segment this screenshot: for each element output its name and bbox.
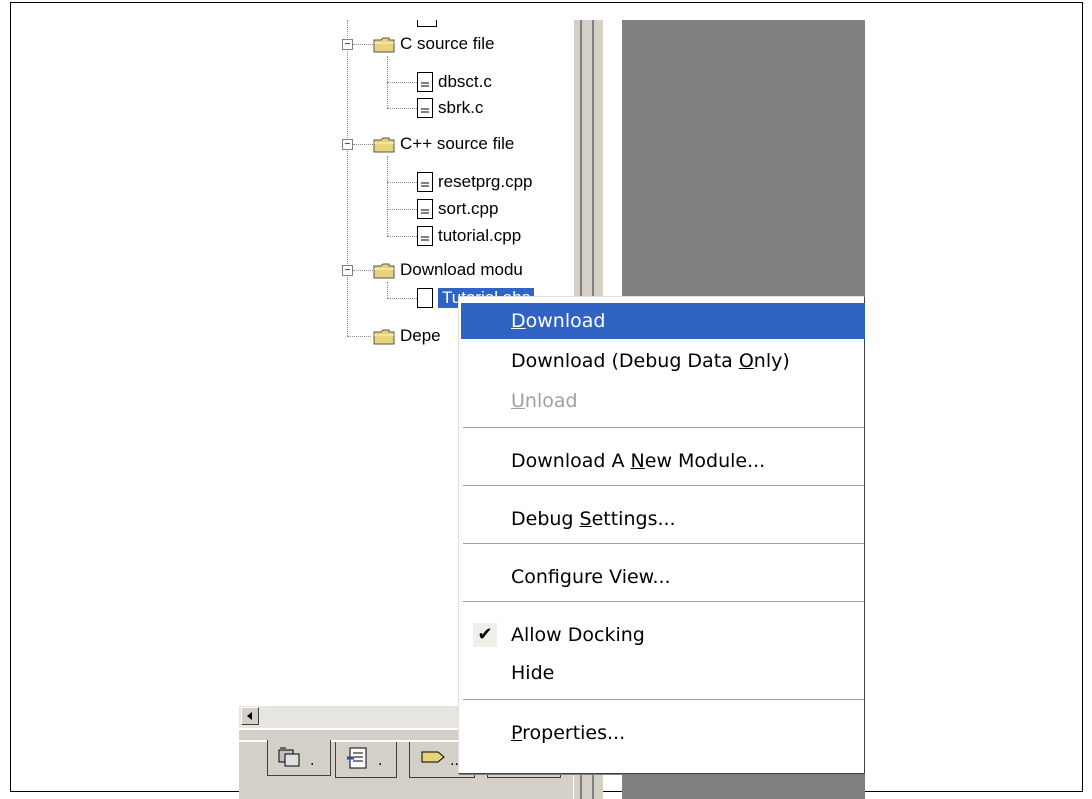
menu-separator [463, 699, 864, 701]
tab-projects[interactable]: . [267, 740, 331, 776]
file-icon [417, 72, 433, 92]
menu-separator [463, 427, 864, 429]
context-menu: Download Download (Debug Data Only) Unlo… [458, 296, 865, 774]
navigation-icon [347, 747, 367, 769]
collapse-toggle[interactable]: − [342, 39, 353, 50]
tab-suffix: . [310, 752, 315, 769]
file-icon [417, 98, 433, 118]
tree-file-sort[interactable]: sort.cpp [417, 196, 498, 222]
project-icon [278, 747, 300, 767]
folder-icon [373, 137, 395, 152]
tree-folder-label: C++ source file [400, 134, 515, 153]
menu-item-properties[interactable]: Properties... [461, 715, 865, 751]
menu-separator [463, 485, 864, 487]
tree-folder-label: C source file [400, 34, 495, 53]
folder-icon [373, 263, 395, 278]
file-icon [417, 199, 433, 219]
menu-item-hide[interactable]: Hide [461, 655, 865, 691]
tree-file-label: sort.cpp [438, 199, 499, 218]
tree-folder-label: Depe [400, 326, 441, 345]
tree-file-sbrk[interactable]: sbrk.c [417, 95, 483, 121]
checkmark-icon: ✔ [473, 623, 497, 647]
tree-file-tutorial-cpp[interactable]: tutorial.cpp [417, 223, 521, 249]
tree-file-resetprg[interactable]: resetprg.cpp [417, 169, 533, 195]
label-icon [421, 751, 445, 763]
file-icon [417, 20, 437, 27]
tab-navigation[interactable]: . [335, 742, 397, 778]
tab-suffix: . [378, 752, 383, 769]
folder-icon [373, 37, 395, 52]
menu-item-debug-settings[interactable]: Debug Settings... [461, 501, 865, 537]
menu-item-allow-docking[interactable]: ✔ Allow Docking [461, 617, 865, 653]
tree-folder-label: Download modu [400, 260, 523, 279]
tree-folder-dependencies[interactable]: Depe [373, 323, 441, 349]
tree-folder-download-module[interactable]: Download modu [373, 257, 523, 283]
tree-file-dbsct[interactable]: dbsct.c [417, 69, 492, 95]
menu-separator [463, 601, 864, 603]
menu-item-download[interactable]: Download [461, 303, 865, 339]
scroll-left-button[interactable] [241, 707, 259, 725]
menu-item-download-new-module[interactable]: Download A New Module... [461, 443, 865, 479]
collapse-toggle[interactable]: − [342, 139, 353, 150]
tree-file-label: sbrk.c [438, 98, 484, 117]
tree-folder-cpp-source[interactable]: C++ source file [373, 131, 514, 157]
menu-separator [463, 543, 864, 545]
file-icon [417, 288, 433, 308]
menu-item-configure-view[interactable]: Configure View... [461, 559, 865, 595]
ide-screenshot: − C source file dbsct.c sbrk.c − C++ sou… [239, 20, 865, 799]
menu-item-unload: Unload [511, 390, 578, 412]
folder-icon [373, 329, 395, 344]
arrow-left-icon [247, 712, 252, 720]
tree-folder-c-source[interactable]: C source file [373, 31, 494, 57]
tree-file-label: resetprg.cpp [438, 172, 533, 191]
collapse-toggle[interactable]: − [342, 265, 353, 276]
file-icon [417, 226, 433, 246]
tree-file-label: dbsct.c [438, 72, 492, 91]
menu-item-download-debug-data-only[interactable]: Download (Debug Data Only) [461, 343, 865, 379]
file-icon [417, 172, 433, 192]
tree-file-label: tutorial.cpp [438, 226, 522, 245]
